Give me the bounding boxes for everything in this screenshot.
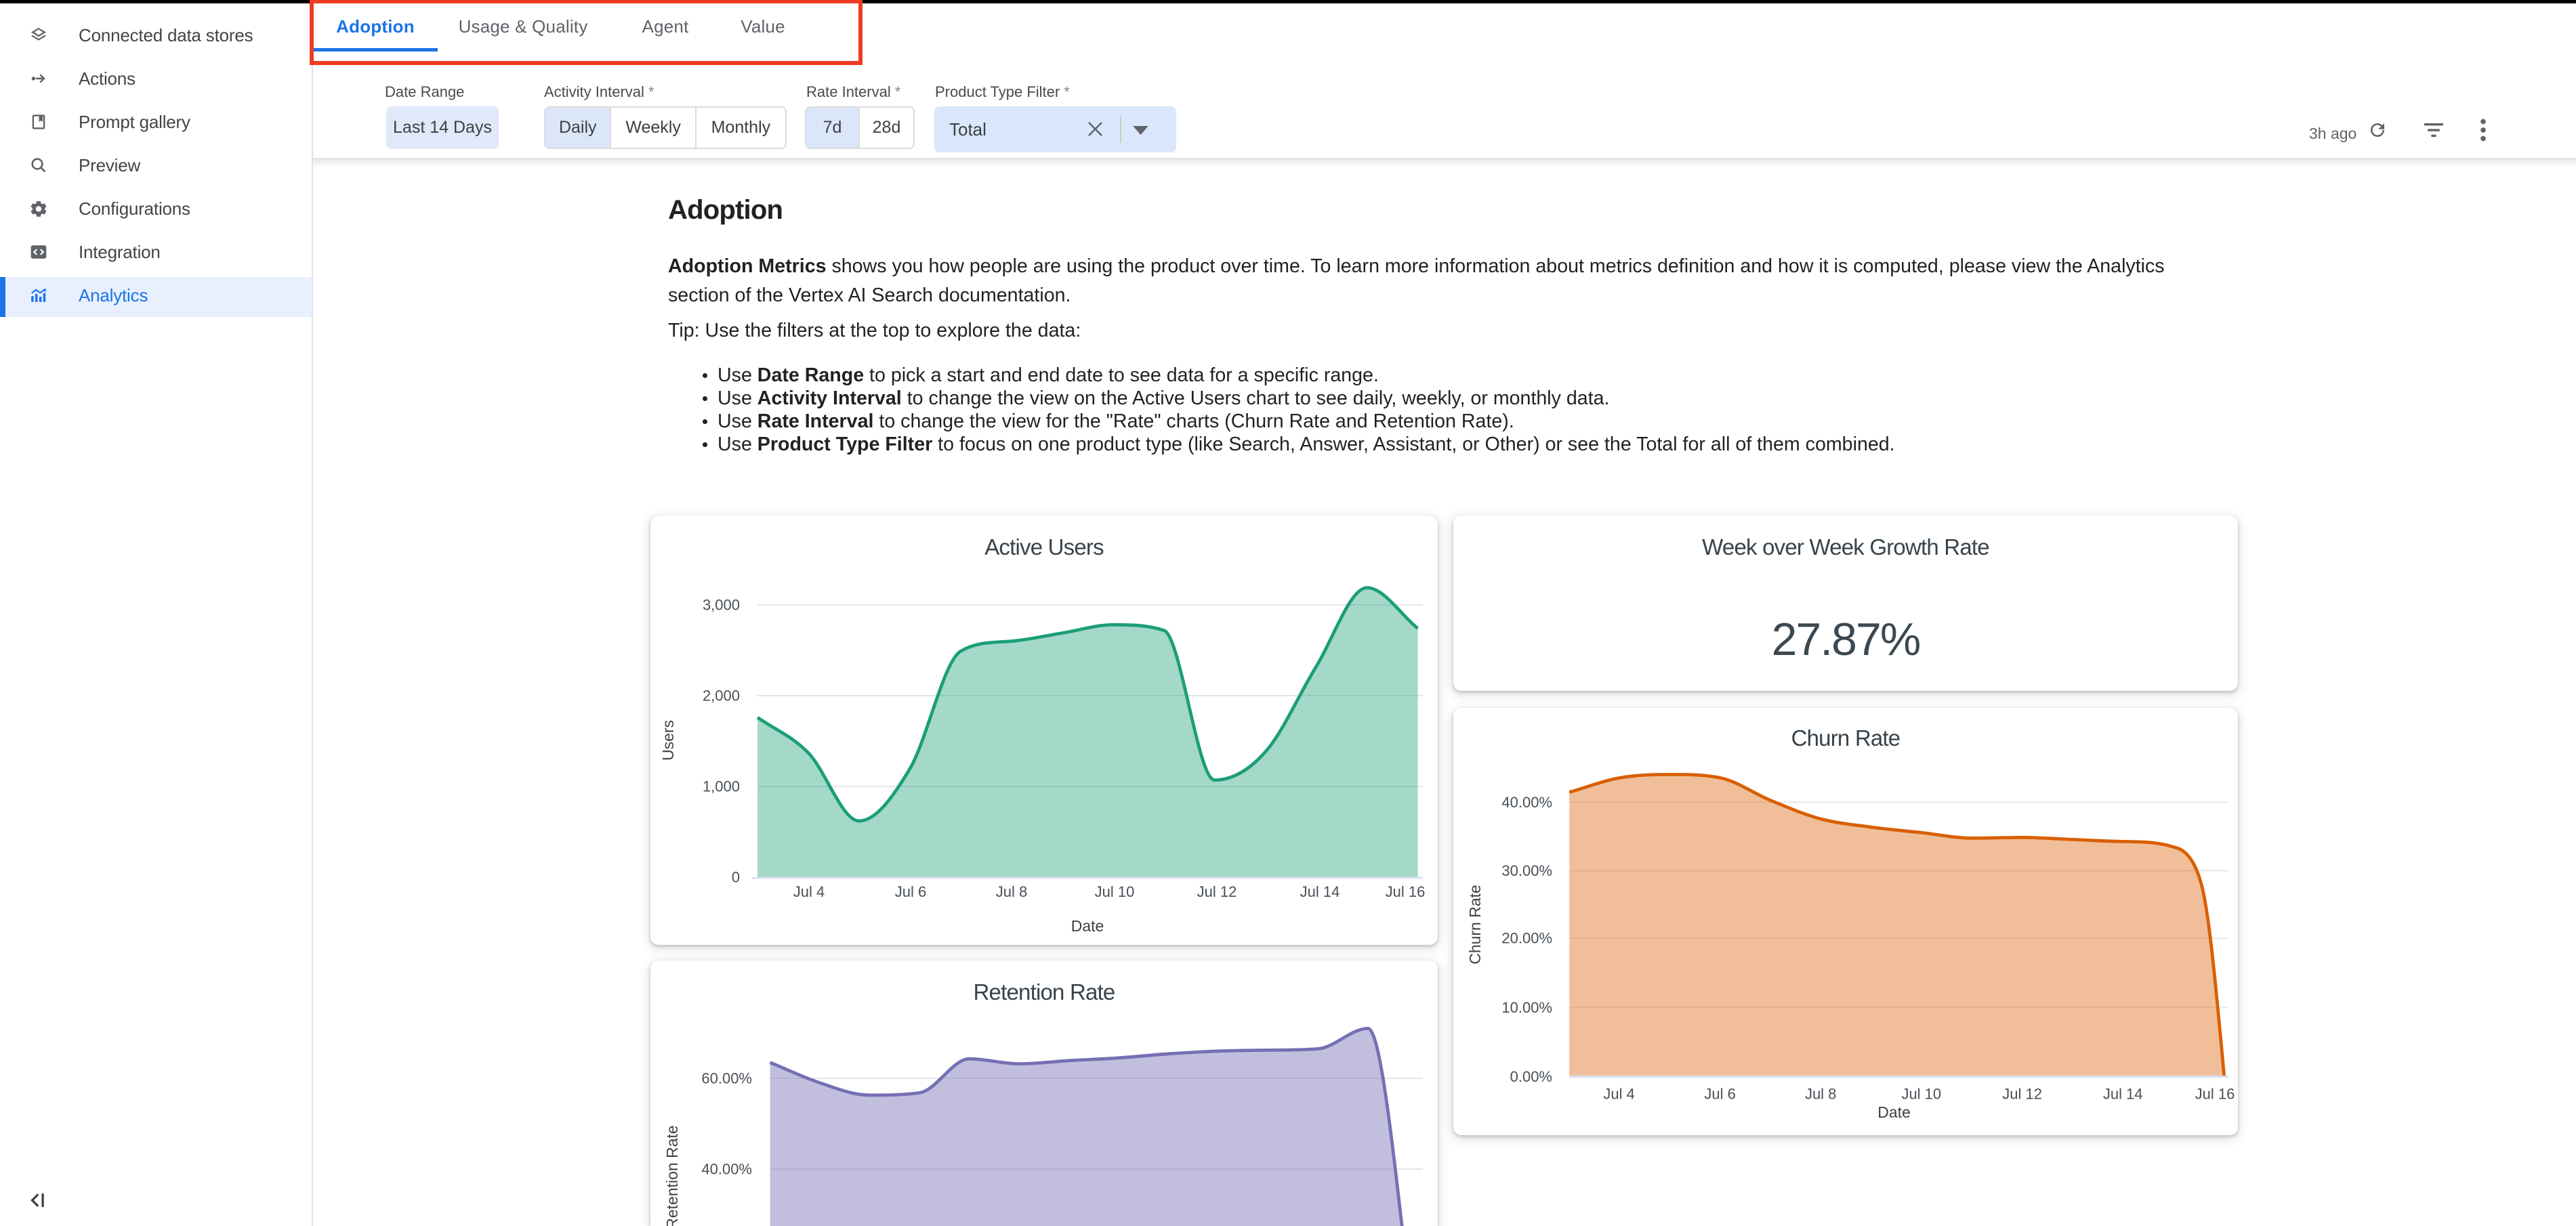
svg-text:Users: Users	[659, 720, 677, 761]
svg-text:Jul 6: Jul 6	[1705, 1085, 1736, 1102]
svg-text:0: 0	[732, 868, 740, 885]
svg-text:Jul 10: Jul 10	[1902, 1085, 1942, 1102]
svg-text:20.00%: 20.00%	[1502, 929, 1553, 946]
svg-text:Jul 16: Jul 16	[2195, 1085, 2235, 1102]
svg-text:60.00%: 60.00%	[701, 1070, 752, 1086]
svg-text:Jul 6: Jul 6	[895, 883, 926, 900]
svg-text:Jul 4: Jul 4	[1604, 1085, 1635, 1102]
svg-text:Jul 10: Jul 10	[1095, 883, 1135, 900]
svg-text:Churn Rate: Churn Rate	[1466, 885, 1484, 965]
svg-text:Jul 8: Jul 8	[1805, 1085, 1836, 1102]
svg-text:Jul 12: Jul 12	[1197, 883, 1237, 900]
svg-text:0.00%: 0.00%	[1510, 1068, 1552, 1084]
svg-text:40.00%: 40.00%	[701, 1160, 752, 1177]
svg-text:Date: Date	[1071, 917, 1104, 935]
svg-text:1,000: 1,000	[703, 778, 740, 795]
svg-text:Date: Date	[1878, 1103, 1911, 1121]
svg-text:Jul 4: Jul 4	[793, 883, 825, 900]
svg-text:2,000: 2,000	[703, 687, 740, 704]
svg-text:Retention Rate: Retention Rate	[663, 1125, 681, 1226]
svg-text:Jul 12: Jul 12	[2003, 1085, 2043, 1102]
svg-text:Jul 8: Jul 8	[996, 883, 1027, 900]
svg-text:10.00%: 10.00%	[1502, 998, 1553, 1015]
svg-text:Jul 14: Jul 14	[1300, 883, 1340, 900]
svg-text:3,000: 3,000	[703, 596, 740, 613]
svg-text:Jul 14: Jul 14	[2103, 1085, 2143, 1102]
svg-text:40.00%: 40.00%	[1502, 793, 1553, 810]
svg-text:30.00%: 30.00%	[1502, 862, 1553, 879]
svg-text:Jul 16: Jul 16	[1386, 883, 1426, 900]
